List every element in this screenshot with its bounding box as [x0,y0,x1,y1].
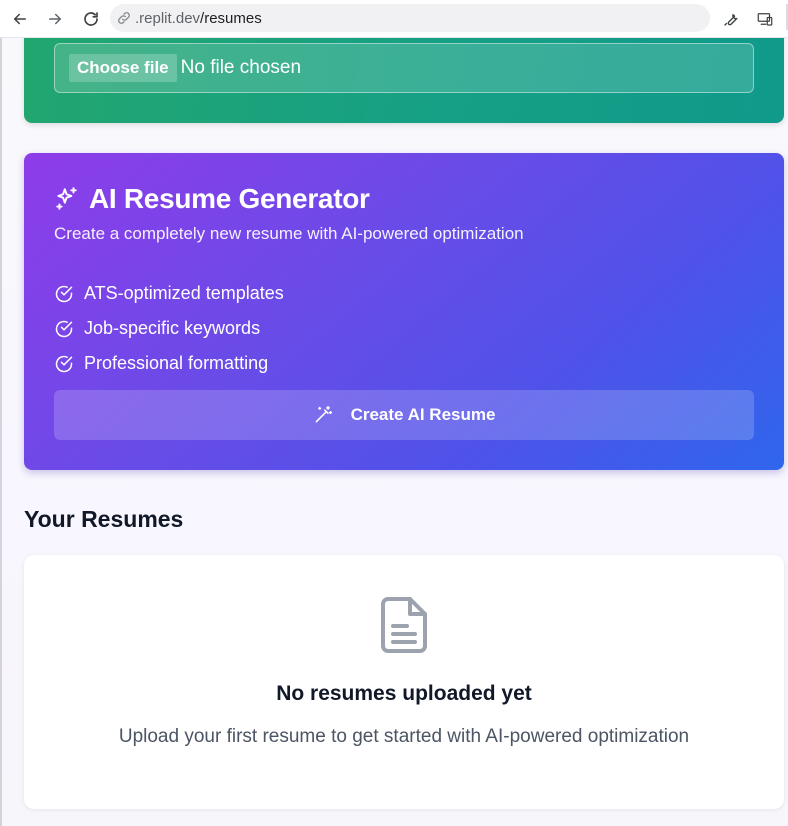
check-circle-icon [55,355,73,372]
empty-resumes-card: No resumes uploaded yet Upload your firs… [24,555,784,809]
ai-generator-card: AI Resume Generator Create a completely … [24,153,784,470]
choose-file-button[interactable]: Choose file [69,54,177,82]
feature-label: Professional formatting [84,353,269,373]
create-ai-resume-label: Create AI Resume [350,405,496,424]
empty-state-description: Upload your first resume to get started … [118,726,690,747]
address-bar[interactable]: .replit.dev/resumes [110,4,710,32]
your-resumes-heading: Your Resumes [24,506,184,532]
reload-icon[interactable] [79,7,103,31]
wrench-icon[interactable] [719,7,743,31]
create-ai-resume-button[interactable]: Create AI Resume [54,390,754,440]
feature-item: Professional formatting [54,346,284,381]
back-icon[interactable] [8,7,32,31]
ai-generator-title: AI Resume Generator [89,183,370,214]
link-icon [116,10,132,26]
browser-toolbar: .replit.dev/resumes [0,0,788,38]
check-circle-icon [55,285,73,302]
url-path: /resumes [200,9,262,27]
forward-icon[interactable] [43,7,67,31]
feature-item: ATS-optimized templates [54,276,284,311]
feature-item: Job-specific keywords [54,311,284,346]
check-circle-icon [55,320,73,337]
window-left-border [0,38,2,826]
devices-icon[interactable] [753,7,777,31]
upload-card: Choose file No file chosen [24,38,784,123]
sparkles-icon [56,187,77,210]
ai-generator-subtitle: Create a completely new resume with AI-p… [54,224,524,243]
page-content: Choose file No file chosen AI Resume Gen… [0,38,788,826]
magic-wand-icon [315,405,332,423]
document-icon [381,597,427,653]
url-host: .replit.dev [135,9,201,27]
ai-title-row: AI Resume Generator [54,183,370,215]
file-status-text: No file chosen [180,57,302,78]
file-input[interactable]: Choose file No file chosen [54,43,754,93]
feature-label: ATS-optimized templates [84,283,284,303]
feature-list: ATS-optimized templates Job-specific key… [54,276,284,381]
empty-state-title: No resumes uploaded yet [276,682,532,705]
feature-label: Job-specific keywords [84,318,261,338]
